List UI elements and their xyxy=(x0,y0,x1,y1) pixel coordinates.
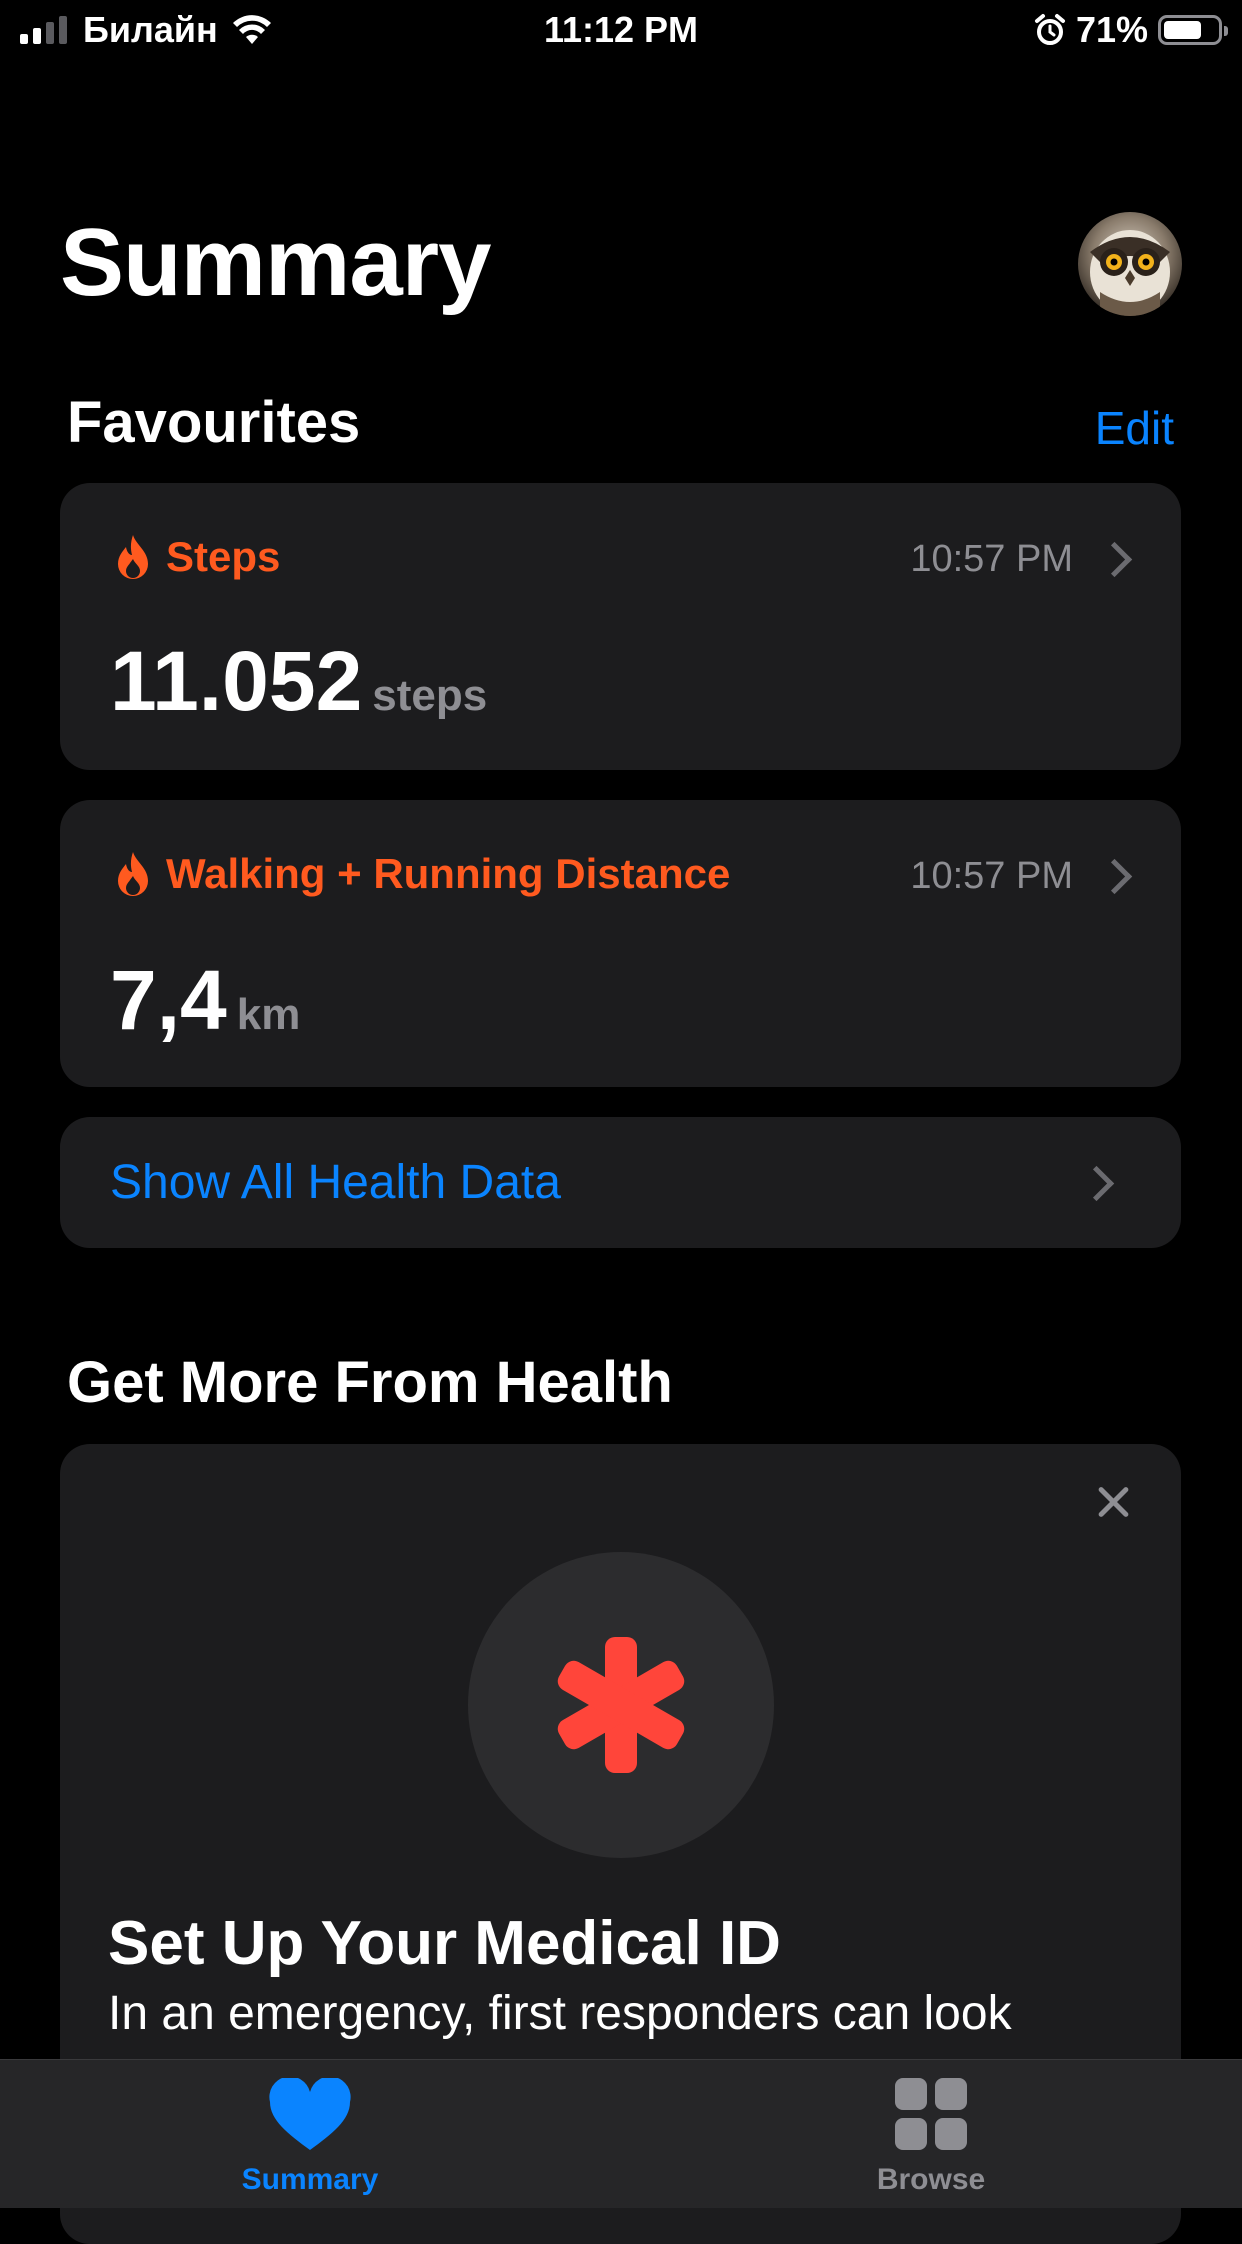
flame-icon xyxy=(118,535,148,579)
distance-label: Walking + Running Distance xyxy=(166,850,731,897)
show-all-health-data-link[interactable]: Show All Health Data xyxy=(110,1153,561,1213)
steps-value: 11.052 steps xyxy=(110,633,487,729)
steps-label: Steps xyxy=(166,533,281,580)
battery-level xyxy=(1164,21,1201,39)
status-bar: Билайн 11:12 PM 71% xyxy=(0,0,1242,62)
tab-summary[interactable]: Summary xyxy=(210,2076,410,2197)
alarm-icon xyxy=(1034,14,1065,45)
medical-icon-circle xyxy=(468,1552,774,1858)
battery-percent: 71% xyxy=(1075,9,1148,50)
distance-card-label: Walking + Running Distance xyxy=(114,846,730,902)
steps-card-label: Steps xyxy=(114,529,280,585)
steps-number: 11.052 xyxy=(110,634,363,728)
distance-unit: km xyxy=(236,990,301,1039)
medical-id-title: Set Up Your Medical ID xyxy=(108,1909,781,1978)
page-title: Summary xyxy=(60,209,492,316)
tab-browse[interactable]: Browse xyxy=(831,2078,1031,2197)
distance-card[interactable]: Walking + Running Distance 10:57 PM 7,4 … xyxy=(60,800,1181,1087)
steps-time: 10:57 PM xyxy=(910,538,1073,580)
distance-time: 10:57 PM xyxy=(910,855,1073,897)
chevron-right-icon xyxy=(1096,858,1133,895)
grid-icon xyxy=(895,2078,967,2150)
distance-value: 7,4 km xyxy=(110,952,300,1048)
chevron-right-icon xyxy=(1096,541,1133,578)
favourites-title: Favourites xyxy=(67,390,361,455)
steps-unit: steps xyxy=(372,671,488,720)
steps-card[interactable]: Steps 10:57 PM 11.052 steps xyxy=(60,483,1181,770)
tab-summary-label: Summary xyxy=(241,2163,379,2196)
get-more-title: Get More From Health xyxy=(67,1350,673,1415)
edit-button[interactable]: Edit xyxy=(1095,398,1174,458)
battery-icon xyxy=(1158,15,1228,45)
status-right: 71% xyxy=(1034,8,1228,52)
flame-icon xyxy=(118,852,148,896)
owl-avatar[interactable] xyxy=(1078,212,1182,316)
tab-browse-label: Browse xyxy=(876,2163,986,2196)
medical-asterisk-icon xyxy=(557,1637,685,1773)
tab-bar: Summary Browse xyxy=(0,2059,1242,2208)
medical-id-text: In an emergency, first responders can lo… xyxy=(108,1987,1012,2040)
owl-avatar-image xyxy=(1090,230,1170,316)
show-all-health-data-row[interactable]: Show All Health Data xyxy=(60,1117,1181,1248)
heart-icon xyxy=(269,2076,351,2150)
distance-number: 7,4 xyxy=(110,953,227,1047)
chevron-right-icon xyxy=(1078,1165,1115,1202)
close-icon[interactable] xyxy=(1093,1482,1133,1522)
